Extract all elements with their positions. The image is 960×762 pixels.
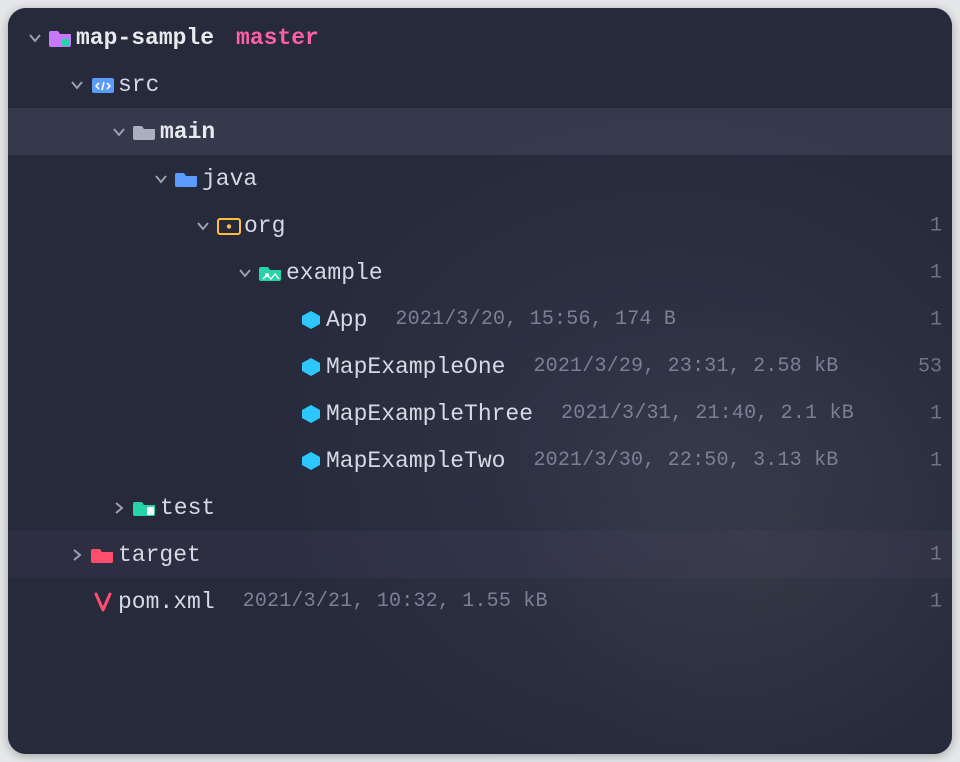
chevron-down-icon[interactable]: [66, 77, 88, 93]
source-folder-icon: [88, 75, 118, 95]
file-label: App: [326, 307, 367, 333]
tree-row-test[interactable]: test: [8, 484, 952, 531]
chevron-down-icon[interactable]: [150, 171, 172, 187]
gutter-count: 1: [930, 590, 942, 613]
gutter-count: 53: [918, 355, 942, 378]
chevron-down-icon[interactable]: [24, 30, 46, 46]
java-class-icon: [296, 403, 326, 425]
folder-label: example: [286, 260, 383, 286]
folder-icon: [130, 122, 160, 142]
gutter-count: 1: [930, 543, 942, 566]
tree-row-file-app[interactable]: App 2021/3/20, 15:56, 174 B 1: [8, 296, 952, 343]
chevron-down-icon[interactable]: [108, 124, 130, 140]
file-label: MapExampleTwo: [326, 448, 505, 474]
file-label: MapExampleThree: [326, 401, 533, 427]
project-name: map-sample: [76, 25, 214, 51]
tree-row-main[interactable]: main: [8, 108, 952, 155]
test-folder-icon: [130, 498, 160, 518]
folder-label: org: [244, 213, 285, 239]
file-tree: map-sample master src main: [8, 8, 952, 625]
tree-row-file-one[interactable]: MapExampleOne 2021/3/29, 23:31, 2.58 kB …: [8, 343, 952, 390]
tree-row-file-two[interactable]: MapExampleTwo 2021/3/30, 22:50, 3.13 kB …: [8, 437, 952, 484]
file-meta: 2021/3/21, 10:32, 1.55 kB: [243, 590, 548, 613]
file-label: pom.xml: [118, 589, 215, 615]
tree-row-java[interactable]: java: [8, 155, 952, 202]
folder-label: src: [118, 72, 159, 98]
chevron-right-icon[interactable]: [108, 500, 130, 516]
package-folder-icon: [256, 263, 286, 283]
tree-row-pom[interactable]: pom.xml 2021/3/21, 10:32, 1.55 kB 1: [8, 578, 952, 625]
tree-row-src[interactable]: src: [8, 61, 952, 108]
package-folder-icon: [214, 216, 244, 236]
maven-icon: [88, 591, 118, 613]
gutter-count: 1: [930, 402, 942, 425]
tree-row-example[interactable]: example 1: [8, 249, 952, 296]
java-class-icon: [296, 309, 326, 331]
tree-row-project-root[interactable]: map-sample master: [8, 14, 952, 61]
folder-icon: [172, 169, 202, 189]
gutter-count: 1: [930, 261, 942, 284]
project-folder-icon: [46, 28, 76, 48]
tree-row-org[interactable]: org 1: [8, 202, 952, 249]
folder-label: test: [160, 495, 215, 521]
chevron-down-icon[interactable]: [192, 218, 214, 234]
java-class-icon: [296, 450, 326, 472]
project-panel: map-sample master src main: [8, 8, 952, 754]
file-label: MapExampleOne: [326, 354, 505, 380]
file-meta: 2021/3/31, 21:40, 2.1 kB: [561, 402, 854, 425]
folder-label: java: [202, 166, 257, 192]
gutter-count: 1: [930, 308, 942, 331]
chevron-right-icon[interactable]: [66, 547, 88, 563]
gutter-count: 1: [930, 449, 942, 472]
tree-row-target[interactable]: target 1: [8, 531, 952, 578]
git-branch-label[interactable]: master: [236, 25, 319, 51]
folder-label: main: [160, 119, 215, 145]
tree-row-file-three[interactable]: MapExampleThree 2021/3/31, 21:40, 2.1 kB…: [8, 390, 952, 437]
gutter-count: 1: [930, 214, 942, 237]
chevron-down-icon[interactable]: [234, 265, 256, 281]
file-meta: 2021/3/30, 22:50, 3.13 kB: [533, 449, 838, 472]
java-class-icon: [296, 356, 326, 378]
file-meta: 2021/3/20, 15:56, 174 B: [395, 308, 676, 331]
excluded-folder-icon: [88, 545, 118, 565]
file-meta: 2021/3/29, 23:31, 2.58 kB: [533, 355, 838, 378]
folder-label: target: [118, 542, 201, 568]
